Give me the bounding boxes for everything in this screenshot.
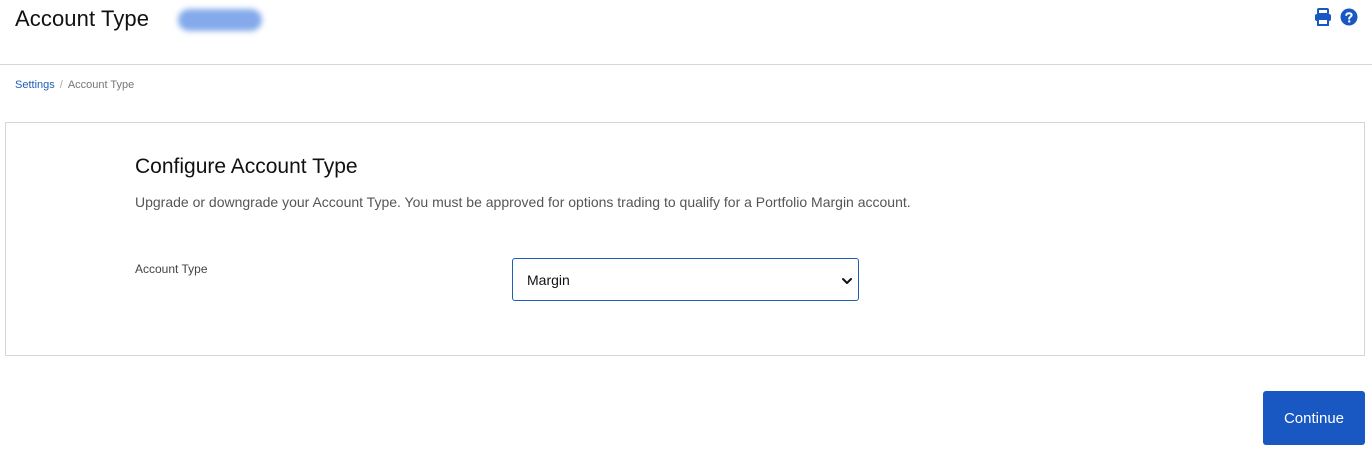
card-description: Upgrade or downgrade your Account Type. … xyxy=(135,194,911,210)
page-header: Account Type xyxy=(0,0,1372,65)
print-icon[interactable] xyxy=(1314,8,1332,26)
breadcrumb-settings-link[interactable]: Settings xyxy=(15,79,55,91)
account-number-badge xyxy=(178,9,262,31)
help-icon[interactable] xyxy=(1340,8,1358,26)
account-type-label: Account Type xyxy=(135,262,208,276)
chevron-down-icon xyxy=(841,274,853,286)
breadcrumb-separator: / xyxy=(59,79,63,91)
breadcrumb: Settings / Account Type xyxy=(15,79,134,91)
continue-button[interactable]: Continue xyxy=(1263,391,1365,445)
account-type-selected-value: Margin xyxy=(527,272,570,288)
account-type-select[interactable]: Margin xyxy=(512,258,859,301)
page-title: Account Type xyxy=(15,6,150,31)
configure-account-card: Configure Account Type Upgrade or downgr… xyxy=(5,122,1365,356)
header-actions xyxy=(1314,8,1358,26)
breadcrumb-current: Account Type xyxy=(67,79,135,91)
card-title: Configure Account Type xyxy=(135,155,358,178)
